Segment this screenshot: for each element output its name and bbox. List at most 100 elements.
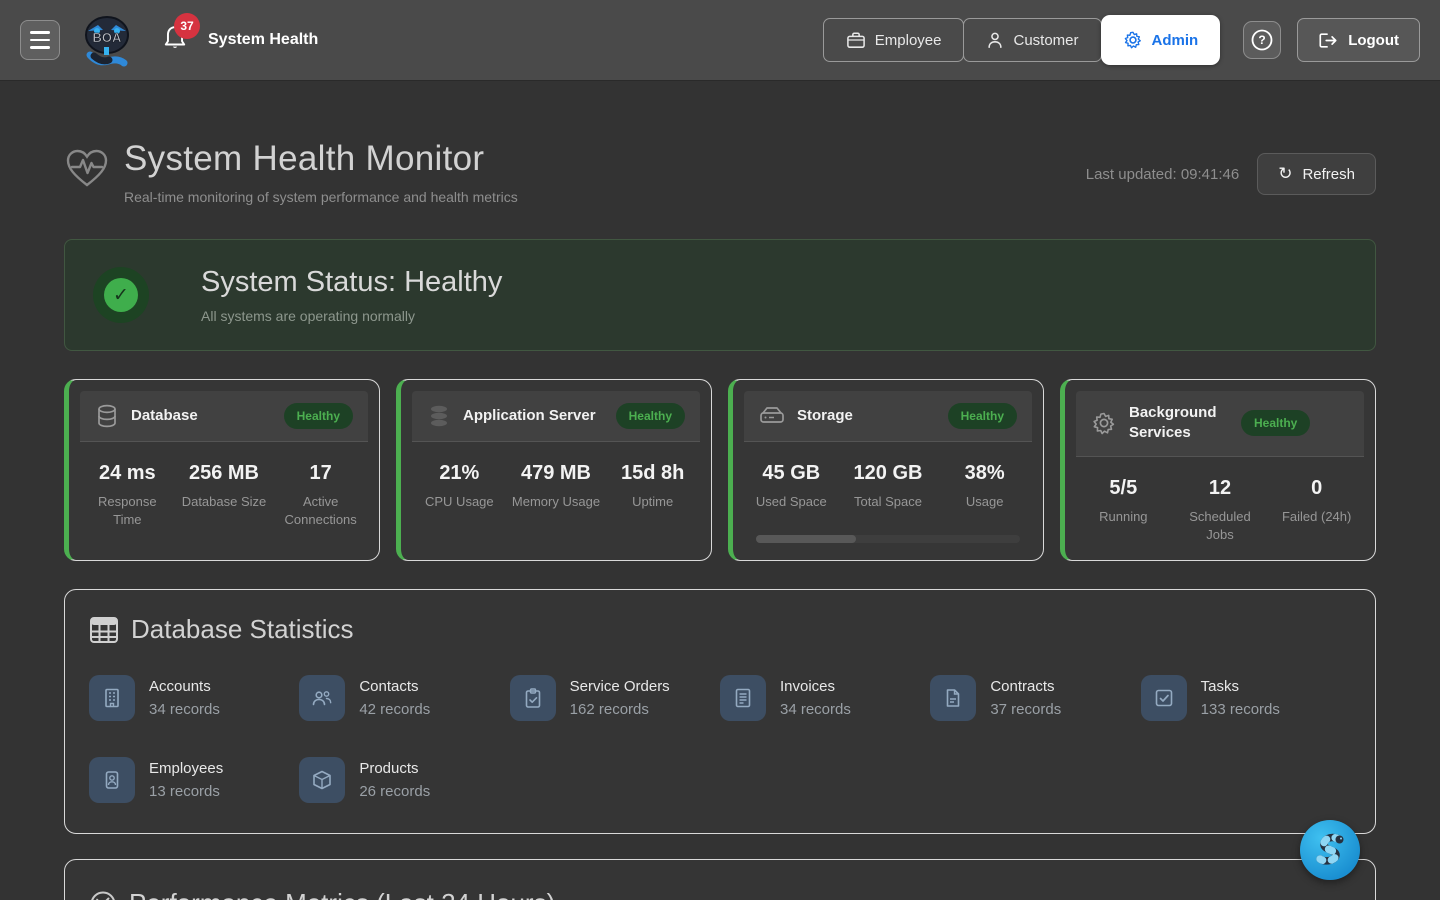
stat-label: Contracts <box>990 678 1061 695</box>
metric-value: 5/5 <box>1079 477 1168 500</box>
health-badge: Healthy <box>284 403 353 429</box>
stat-count: 34 records <box>149 701 220 718</box>
help-icon: ? <box>1250 28 1274 52</box>
logout-icon <box>1318 31 1338 50</box>
stat-count: 13 records <box>149 783 223 800</box>
svg-text:?: ? <box>1259 33 1266 47</box>
database-icon <box>95 403 119 429</box>
metric-label: Failed (24h) <box>1272 508 1361 526</box>
gear-icon <box>1091 410 1117 436</box>
status-cards-row: Database Healthy 24 msResponse Time 256 … <box>64 379 1376 561</box>
stat-label: Invoices <box>780 678 851 695</box>
stat-service-orders: Service Orders 162 records <box>510 675 720 721</box>
document-icon <box>930 675 976 721</box>
svg-text:BOA: BOA <box>93 30 123 45</box>
building-icon <box>89 675 135 721</box>
metric-label: Memory Usage <box>512 493 601 511</box>
refresh-icon: ↻ <box>1278 164 1292 184</box>
storage-usage-fill <box>756 535 856 543</box>
customer-label: Customer <box>1013 32 1078 49</box>
db-stats-grid: Accounts 34 records Contacts 42 records … <box>89 675 1351 803</box>
metric-value: 38% <box>940 462 1029 485</box>
stat-employees: Employees 13 records <box>89 757 299 803</box>
invoice-icon <box>720 675 766 721</box>
status-check-circle: ✓ <box>93 267 149 323</box>
storage-usage-bar <box>756 535 1020 543</box>
briefcase-icon <box>846 31 866 49</box>
page-header: System Health Monitor Real-time monitori… <box>64 139 1376 205</box>
metric-label: Scheduled Jobs <box>1176 508 1265 544</box>
table-grid-icon <box>89 616 119 644</box>
gauge-icon <box>89 890 117 900</box>
stat-count: 42 records <box>359 701 430 718</box>
health-badge: Healthy <box>948 403 1017 429</box>
card-title: Storage <box>797 406 936 426</box>
status-card-app-server: Application Server Healthy 21%CPU Usage … <box>396 379 712 561</box>
menu-button[interactable] <box>20 20 60 60</box>
clipboard-check-icon <box>510 675 556 721</box>
stat-label: Employees <box>149 760 223 777</box>
customer-button[interactable]: Customer <box>963 18 1101 62</box>
notification-count-badge: 37 <box>174 13 200 39</box>
performance-metrics-section: Performance Metrics (Last 24 Hours) <box>64 859 1376 900</box>
status-subtitle: All systems are operating normally <box>201 308 502 324</box>
hard-drive-icon <box>759 404 785 428</box>
page-title: System Health Monitor <box>124 139 518 179</box>
refresh-label: Refresh <box>1302 166 1355 183</box>
last-updated-text: Last updated: 09:41:46 <box>1086 166 1239 183</box>
card-title: Background Services <box>1129 403 1229 444</box>
stat-contracts: Contracts 37 records <box>930 675 1140 721</box>
stat-invoices: Invoices 34 records <box>720 675 930 721</box>
stat-contacts: Contacts 42 records <box>299 675 509 721</box>
role-switcher: Employee Customer Admin <box>823 15 1219 65</box>
section-title: Performance Metrics (Last 24 Hours) <box>129 888 555 900</box>
stat-count: 162 records <box>570 701 670 718</box>
employee-button[interactable]: Employee <box>823 18 965 62</box>
metric-value: 45 GB <box>747 462 836 485</box>
metric-value: 15d 8h <box>608 462 697 485</box>
check-icon: ✓ <box>104 278 138 312</box>
admin-button[interactable]: Admin <box>1101 15 1221 65</box>
cube-icon <box>299 757 345 803</box>
metric-label: CPU Usage <box>415 493 504 511</box>
status-card-background-services: Background Services Healthy 5/5Running 1… <box>1060 379 1376 561</box>
metric-value: 479 MB <box>512 462 601 485</box>
boa-logo: BOA <box>78 11 136 69</box>
metric-value: 120 GB <box>844 462 933 485</box>
stat-tasks: Tasks 133 records <box>1141 675 1351 721</box>
metric-label: Active Connections <box>276 493 365 529</box>
stat-count: 26 records <box>359 783 430 800</box>
health-badge: Healthy <box>616 403 685 429</box>
stat-label: Accounts <box>149 678 220 695</box>
help-button[interactable]: ? <box>1243 21 1281 59</box>
stat-label: Tasks <box>1201 678 1280 695</box>
notifications-button[interactable]: 37 <box>162 23 192 57</box>
metric-label: Uptime <box>608 493 697 511</box>
status-card-database: Database Healthy 24 msResponse Time 256 … <box>64 379 380 561</box>
stat-count: 34 records <box>780 701 851 718</box>
metric-value: 17 <box>276 462 365 485</box>
metric-value: 21% <box>415 462 504 485</box>
boa-assistant-fab[interactable] <box>1300 820 1360 880</box>
heart-pulse-icon <box>64 147 110 191</box>
stat-count: 37 records <box>990 701 1061 718</box>
stat-label: Service Orders <box>570 678 670 695</box>
metric-label: Response Time <box>83 493 172 529</box>
metric-value: 12 <box>1176 477 1265 500</box>
employee-label: Employee <box>875 32 942 49</box>
stat-label: Contacts <box>359 678 430 695</box>
logout-button[interactable]: Logout <box>1297 18 1420 62</box>
section-title: Database Statistics <box>131 614 354 645</box>
refresh-button[interactable]: ↻ Refresh <box>1257 153 1376 195</box>
metric-value: 24 ms <box>83 462 172 485</box>
stat-accounts: Accounts 34 records <box>89 675 299 721</box>
person-icon <box>986 31 1004 49</box>
metric-label: Database Size <box>180 493 269 511</box>
server-icon <box>427 403 451 429</box>
snake-icon <box>1310 830 1350 870</box>
metric-label: Usage <box>940 493 1029 511</box>
metric-label: Used Space <box>747 493 836 511</box>
navbar-title: System Health <box>208 31 318 49</box>
card-title: Application Server <box>463 406 604 426</box>
top-navbar: BOA 37 System Health Employee <box>0 0 1440 81</box>
